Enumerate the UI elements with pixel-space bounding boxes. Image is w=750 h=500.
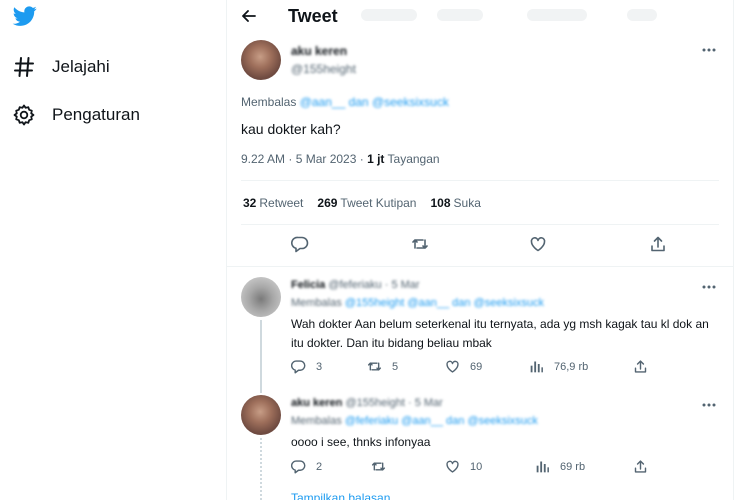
page-title: Tweet xyxy=(288,6,338,26)
gear-icon xyxy=(12,103,36,127)
tweet-stats: 32 Retweet 269 Tweet Kutipan 108 Suka xyxy=(243,196,481,210)
blurred-header-element xyxy=(627,9,657,21)
replying-to-link[interactable]: @aan__ dan @seeksixsuck xyxy=(300,95,449,109)
retweet-stat[interactable]: 32 Retweet xyxy=(243,196,303,210)
tweet-time[interactable]: 9.22 AM · 5 Mar 2023 · xyxy=(241,152,367,166)
share-button[interactable] xyxy=(633,359,658,374)
reply-author: aku keren @155height · 5 Mar xyxy=(291,397,443,409)
thread-line xyxy=(260,438,262,500)
blurred-header-element xyxy=(437,9,483,21)
reply-icon[interactable] xyxy=(291,235,309,253)
more-options-icon[interactable] xyxy=(699,277,719,297)
reply-text: oooo i see, thnks infonyaa xyxy=(291,435,431,449)
blurred-header-element xyxy=(361,9,417,21)
view-label: Tayangan xyxy=(387,152,440,166)
view-count: 1 jt xyxy=(367,152,385,166)
analytics-icon xyxy=(529,359,544,374)
views-button[interactable]: 69 rb xyxy=(535,459,585,474)
hashtag-icon xyxy=(12,55,36,79)
avatar[interactable] xyxy=(241,40,281,80)
heart-icon xyxy=(445,459,460,474)
top-bar: Tweet xyxy=(227,0,733,34)
divider xyxy=(227,266,733,267)
heart-icon[interactable] xyxy=(529,235,547,253)
twitter-bird-icon[interactable] xyxy=(12,4,38,28)
tweet-detail-column: Tweet aku keren @155height Membalas @aan… xyxy=(226,0,734,500)
reply-actions: 3 5 69 76,9 rb xyxy=(291,359,691,377)
analytics-icon xyxy=(535,459,550,474)
author-name[interactable]: aku keren xyxy=(291,44,347,58)
author-name[interactable]: aku keren xyxy=(291,397,342,409)
avatar[interactable] xyxy=(241,277,281,317)
like-button[interactable]: 69 xyxy=(445,359,482,374)
divider xyxy=(241,180,719,181)
nav-item-settings[interactable]: Pengaturan xyxy=(12,99,140,131)
nav-item-explore[interactable]: Jelajahi xyxy=(12,51,110,83)
nav-item-label: Pengaturan xyxy=(52,105,140,124)
nav-item-label: Jelajahi xyxy=(52,57,110,76)
retweet-icon xyxy=(367,359,382,374)
avatar[interactable] xyxy=(241,395,281,435)
divider xyxy=(241,224,719,225)
retweet-button[interactable]: 5 xyxy=(367,359,398,374)
replying-to: Membalas @aan__ dan @seeksixsuck xyxy=(241,95,449,109)
author-handle-date[interactable]: @feferiaku · 5 Mar xyxy=(328,279,419,291)
like-button[interactable]: 10 xyxy=(445,459,482,474)
author-handle[interactable]: @155height xyxy=(291,62,356,76)
like-stat[interactable]: 108 Suka xyxy=(430,196,480,210)
author-handle-date[interactable]: @155height · 5 Mar xyxy=(345,397,442,409)
tweet-text: kau dokter kah? xyxy=(241,121,341,137)
retweet-icon[interactable] xyxy=(411,235,429,253)
thread-line xyxy=(260,320,262,393)
replying-to: Membalas @155height @aan__ dan @seeksixs… xyxy=(291,297,545,309)
reply-icon xyxy=(291,459,306,474)
more-options-icon[interactable] xyxy=(699,395,719,415)
share-icon xyxy=(633,459,648,474)
replying-to-link[interactable]: @155height @aan__ dan @seeksixsuck xyxy=(345,297,544,309)
share-icon[interactable] xyxy=(649,235,667,253)
replying-to-link[interactable]: @feferiaku @aan__ dan @seeksixsuck xyxy=(345,415,538,427)
share-button[interactable] xyxy=(633,459,658,474)
retweet-button[interactable] xyxy=(371,459,396,474)
left-navigation: Jelajahi Pengaturan xyxy=(0,0,226,500)
heart-icon xyxy=(445,359,460,374)
reply-button[interactable]: 2 xyxy=(291,459,322,474)
views-button[interactable]: 76,9 rb xyxy=(529,359,588,374)
replying-to: Membalas @feferiaku @aan__ dan @seeksixs… xyxy=(291,415,538,427)
more-options-icon[interactable] xyxy=(699,40,719,60)
tweet-meta: 9.22 AM · 5 Mar 2023 · 1 jt Tayangan xyxy=(241,152,440,166)
blurred-header-element xyxy=(527,9,587,21)
tweet-actions xyxy=(227,235,733,257)
arrow-left-icon[interactable] xyxy=(239,6,259,26)
reply-text: Wah dokter Aan belum seterkenal itu tern… xyxy=(291,317,709,350)
reply-author: Felicia @feferiaku · 5 Mar xyxy=(291,279,420,291)
reply-icon xyxy=(291,359,306,374)
retweet-icon xyxy=(371,459,386,474)
author-name[interactable]: Felicia xyxy=(291,279,325,291)
quote-tweet-stat[interactable]: 269 Tweet Kutipan xyxy=(317,196,416,210)
show-replies-link[interactable]: Tampilkan balasan xyxy=(291,491,390,500)
reply-button[interactable]: 3 xyxy=(291,359,322,374)
share-icon xyxy=(633,359,648,374)
reply-actions: 2 10 69 rb xyxy=(291,459,691,477)
